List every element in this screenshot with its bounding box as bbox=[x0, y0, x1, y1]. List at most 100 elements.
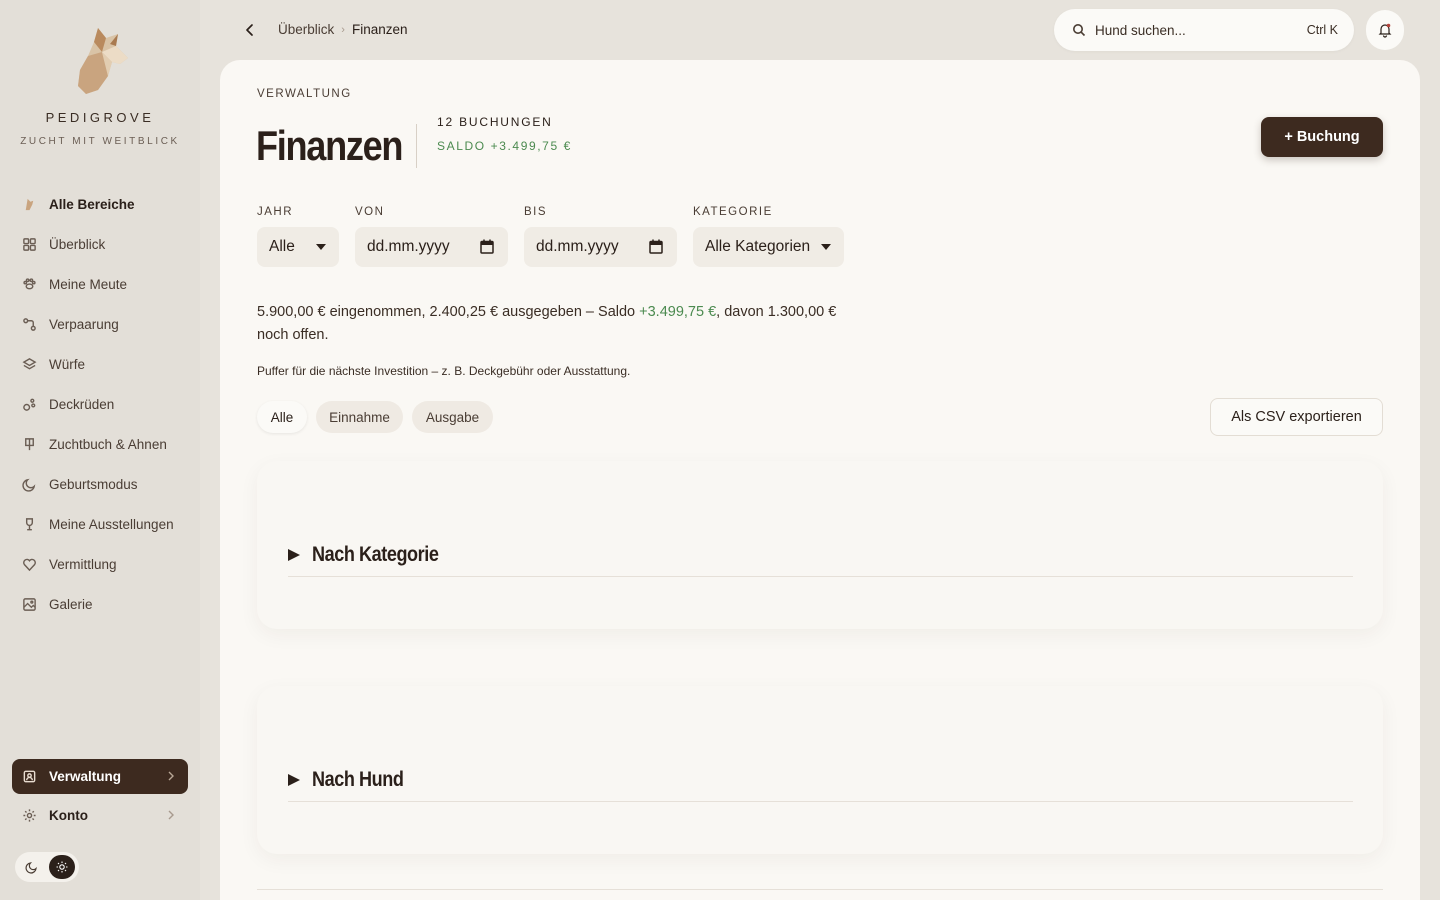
disclosure-triangle-icon bbox=[288, 774, 300, 786]
section-by-category: Nach Kategorie bbox=[257, 461, 1383, 629]
year-select[interactable]: Alle bbox=[257, 227, 339, 267]
pairing-icon bbox=[23, 317, 36, 331]
sidebar-item-label: Meine Ausstellungen bbox=[49, 516, 174, 532]
sidebar-item-deckrueden[interactable]: Deckrüden bbox=[12, 384, 188, 424]
sidebar-item-label: Geburtsmodus bbox=[49, 476, 138, 492]
sidebar-item-ausstellungen[interactable]: Meine Ausstellungen bbox=[12, 504, 188, 544]
back-arrow-icon[interactable] bbox=[240, 20, 260, 40]
section-toggle-by-dog[interactable]: Nach Hund bbox=[288, 768, 418, 792]
sidebar-item-wuerfe[interactable]: Würfe bbox=[12, 344, 188, 384]
grid-icon bbox=[23, 237, 36, 251]
sidebar-item-ueberblick[interactable]: Überblick bbox=[12, 224, 188, 264]
summary-saldo: +3.499,75 € bbox=[639, 304, 717, 320]
section-toggle-by-category[interactable]: Nach Kategorie bbox=[288, 543, 459, 567]
disclosure-triangle-icon bbox=[288, 549, 300, 561]
tab-alle[interactable]: Alle bbox=[257, 401, 307, 433]
sidebar-item-label: Würfe bbox=[49, 356, 86, 372]
brand-name: PEDIGROVE bbox=[45, 110, 155, 125]
sun-icon[interactable] bbox=[49, 855, 75, 879]
logo-icon bbox=[78, 28, 128, 94]
sidebar-item-label: Konto bbox=[49, 808, 88, 823]
sidebar-item-konto[interactable]: Konto bbox=[12, 798, 188, 833]
category-select[interactable]: Alle Kategorien bbox=[693, 227, 844, 267]
main-content: VERWALTUNG Finanzen 12 BUCHUNGEN SALDO +… bbox=[220, 60, 1420, 900]
from-label: VON bbox=[355, 206, 385, 218]
breadcrumb-parent[interactable]: Überblick bbox=[278, 22, 334, 37]
finance-summary: 5.900,00 € eingenommen, 2.400,25 € ausge… bbox=[257, 301, 837, 347]
summary-note: Puffer für die nächste Investition – z. … bbox=[257, 364, 631, 378]
to-date-value: dd.mm.yyyy bbox=[536, 238, 619, 255]
export-csv-button[interactable]: Als CSV exportieren bbox=[1210, 398, 1383, 436]
calendar-icon[interactable] bbox=[649, 239, 663, 254]
male-dog-icon bbox=[23, 398, 36, 411]
tab-ausgabe[interactable]: Ausgabe bbox=[412, 401, 493, 433]
dog-icon bbox=[25, 198, 34, 210]
brand-tagline: ZUCHT MIT WEITBLICK bbox=[20, 136, 180, 147]
sidebar-item-vermittlung[interactable]: Vermittlung bbox=[12, 544, 188, 584]
sidebar-item-verpaarung[interactable]: Verpaarung bbox=[12, 304, 188, 344]
search-shortcut: Ctrl K bbox=[1306, 23, 1338, 37]
sidebar-item-alle-bereiche[interactable]: Alle Bereiche bbox=[12, 184, 188, 224]
section-by-dog: Nach Hund bbox=[257, 686, 1383, 854]
section-divider bbox=[288, 801, 1353, 802]
page-title: Finanzen bbox=[256, 122, 404, 169]
sidebar-item-zuchtbuch[interactable]: Zuchtbuch & Ahnen bbox=[12, 424, 188, 464]
breadcrumb: Überblick › Finanzen bbox=[278, 22, 408, 37]
sidebar-item-label: Zuchtbuch & Ahnen bbox=[49, 436, 167, 452]
theme-toggle[interactable] bbox=[15, 852, 79, 882]
book-icon bbox=[25, 437, 34, 450]
sidebar-item-galerie[interactable]: Galerie bbox=[12, 584, 188, 624]
admin-icon bbox=[23, 770, 36, 783]
from-date-field[interactable]: dd.mm.yyyy bbox=[355, 227, 508, 267]
moon-icon bbox=[22, 478, 36, 492]
from-date-value: dd.mm.yyyy bbox=[367, 238, 450, 255]
summary-text-part1: 5.900,00 € eingenommen, 2.400,25 € ausge… bbox=[257, 304, 640, 320]
trophy-icon bbox=[25, 517, 34, 530]
breadcrumb-current: Finanzen bbox=[351, 22, 408, 37]
category-value: Alle Kategorien bbox=[705, 238, 811, 255]
tab-einnahme[interactable]: Einnahme bbox=[316, 401, 403, 433]
chevron-down-icon bbox=[316, 244, 326, 250]
moon-icon[interactable] bbox=[25, 860, 39, 874]
year-value: Alle bbox=[269, 238, 295, 255]
content-divider bbox=[257, 889, 1383, 890]
sidebar-item-geburtsmodus[interactable]: Geburtsmodus bbox=[12, 464, 188, 504]
image-icon bbox=[23, 597, 36, 611]
sidebar-item-label: Überblick bbox=[49, 236, 106, 252]
section-divider bbox=[288, 576, 1353, 577]
sidebar-item-meine-meute[interactable]: Meine Meute bbox=[12, 264, 188, 304]
heart-icon bbox=[23, 558, 36, 571]
title-divider bbox=[416, 124, 417, 168]
sidebar: PEDIGROVE ZUCHT MIT WEITBLICK Alle Berei… bbox=[0, 0, 200, 900]
sidebar-item-label: Deckrüden bbox=[49, 396, 115, 412]
section-title: Nach Kategorie bbox=[312, 543, 439, 566]
chevron-down-icon bbox=[821, 244, 831, 250]
sidebar-item-verwaltung[interactable]: Verwaltung bbox=[12, 759, 188, 794]
year-label: JAHR bbox=[257, 206, 294, 218]
paw-icon bbox=[23, 277, 36, 289]
sidebar-item-label: Verpaarung bbox=[49, 316, 119, 332]
search-input[interactable]: Hund suchen... Ctrl K bbox=[1054, 9, 1354, 51]
sidebar-item-label: Galerie bbox=[49, 596, 93, 612]
chevron-right-icon bbox=[168, 810, 174, 820]
notifications-button[interactable] bbox=[1366, 10, 1404, 50]
sidebar-nav: Alle Bereiche Überblick Meine Meute Verp… bbox=[12, 184, 188, 624]
sidebar-item-label: Verwaltung bbox=[49, 769, 122, 784]
chevron-right-icon bbox=[168, 771, 174, 781]
layers-icon bbox=[22, 357, 37, 370]
booking-count: 12 BUCHUNGEN bbox=[437, 115, 553, 129]
page-eyebrow: VERWALTUNG bbox=[257, 88, 352, 100]
calendar-icon[interactable] bbox=[480, 239, 494, 254]
saldo-badge: SALDO +3.499,75 € bbox=[437, 139, 572, 153]
category-label: KATEGORIE bbox=[693, 206, 773, 218]
bell-icon bbox=[1378, 23, 1392, 38]
to-date-field[interactable]: dd.mm.yyyy bbox=[524, 227, 677, 267]
add-booking-button[interactable]: + Buchung bbox=[1261, 117, 1383, 157]
gear-icon bbox=[23, 809, 36, 822]
sidebar-item-label: Meine Meute bbox=[49, 276, 128, 292]
sidebar-item-label: Alle Bereiche bbox=[49, 196, 135, 212]
search-placeholder: Hund suchen... bbox=[1095, 22, 1186, 38]
breadcrumb-separator: › bbox=[341, 23, 345, 36]
section-title: Nach Hund bbox=[312, 768, 404, 791]
search-icon bbox=[1073, 24, 1086, 37]
